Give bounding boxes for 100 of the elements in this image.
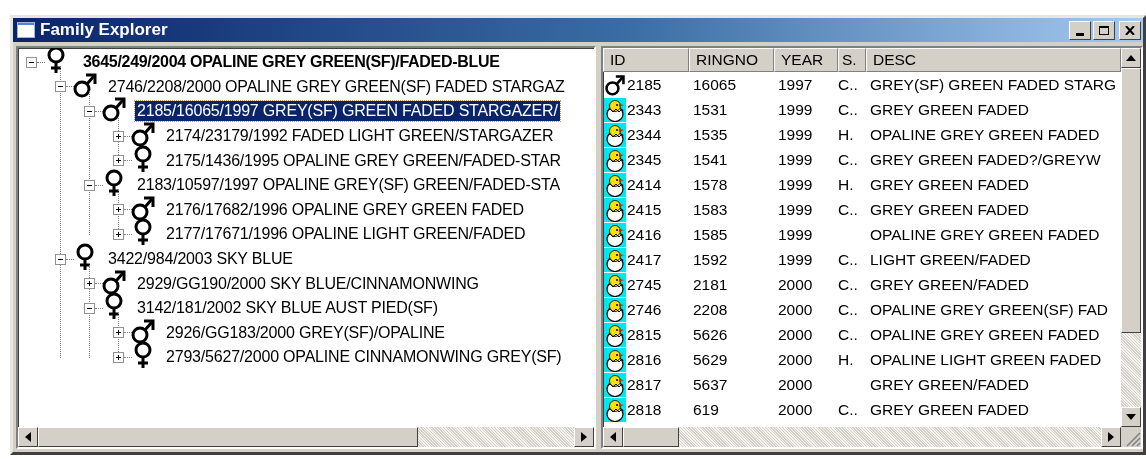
- table-cell: GREY GREEN FADED?/GREYW: [870, 150, 1101, 169]
- tree-item[interactable]: 3142/181/2002 SKY BLUE AUST PIED(SF): [135, 298, 440, 319]
- table-cell: H.: [838, 125, 854, 144]
- tree-expander[interactable]: [113, 327, 124, 339]
- scroll-thumb[interactable]: [38, 427, 418, 447]
- close-button[interactable]: [1119, 20, 1141, 40]
- table-cell: 2818: [627, 400, 662, 419]
- table-cell: 1583: [693, 200, 728, 219]
- hatching-chick-icon: [604, 97, 626, 122]
- resize-grip-icon[interactable]: [1121, 427, 1141, 447]
- scroll-down-button[interactable]: [1121, 407, 1141, 427]
- scroll-up-button[interactable]: [1121, 48, 1141, 68]
- horizontal-scrollbar[interactable]: [18, 427, 594, 447]
- hatching-chick-icon: [604, 397, 626, 422]
- tree-item[interactable]: 2793/5627/2000 OPALINE CINNAMONWING GREY(SF): [164, 347, 564, 368]
- vertical-scrollbar[interactable]: [1121, 48, 1141, 427]
- tree-item[interactable]: 2177/17671/1996 OPALINE LIGHT GREEN/FADED: [164, 224, 528, 245]
- male-symbol-icon: [604, 72, 626, 97]
- table-cell: H.: [838, 350, 854, 369]
- tree-item[interactable]: 2174/23179/1992 FADED LIGHT GREEN/STARGAZER: [164, 126, 556, 147]
- minimize-button[interactable]: [1069, 20, 1091, 40]
- table-cell: 16065: [693, 75, 737, 94]
- column-header[interactable]: DESC: [866, 48, 1121, 72]
- hatching-chick-icon: [604, 372, 626, 397]
- tree-item[interactable]: 2929/GG190/2000 SKY BLUE/CINNAMONWING: [135, 273, 481, 294]
- hatching-chick-icon: [604, 197, 626, 222]
- table-cell: C..: [838, 400, 858, 419]
- table-cell: 2344: [627, 125, 662, 144]
- table-cell: 2208: [693, 300, 728, 319]
- column-header[interactable]: S.: [838, 48, 866, 72]
- column-header[interactable]: ID: [603, 48, 689, 72]
- scroll-left-button[interactable]: [603, 427, 623, 447]
- tree-expander[interactable]: [84, 278, 95, 290]
- table-cell: LIGHT GREEN/FADED: [870, 250, 1031, 269]
- tree-expander[interactable]: [113, 130, 124, 142]
- table-cell: OPALINE GREY GREEN(SF) FAD: [870, 300, 1108, 319]
- hatching-chick-icon: [604, 147, 626, 172]
- table-cell: 1999: [778, 100, 813, 119]
- tree-expander[interactable]: [84, 106, 95, 117]
- tree-item[interactable]: 2175/1436/1995 OPALINE GREY GREEN/FADED-STAR: [164, 150, 563, 171]
- window-icon: [17, 22, 35, 38]
- table-cell: 1999: [778, 200, 813, 219]
- tree-item[interactable]: 2746/2208/2000 OPALINE GREY GREEN(SF) FADED STARGAZ: [106, 76, 567, 97]
- table-cell: 2815: [627, 325, 662, 344]
- tree-expander[interactable]: [84, 302, 95, 314]
- hatching-chick-icon: [604, 272, 626, 297]
- scroll-right-button[interactable]: [574, 427, 594, 447]
- table-cell: C..: [838, 250, 858, 269]
- table-cell: GREY GREEN FADED: [870, 400, 1030, 419]
- table-cell: C..: [838, 100, 858, 119]
- table-cell: GREY GREEN FADED: [870, 200, 1030, 219]
- table-cell: 1999: [778, 125, 813, 144]
- table-cell: C..: [838, 200, 858, 219]
- table-cell: GREY(SF) GREEN FADED STARG: [870, 75, 1117, 94]
- table-cell: 2345: [627, 150, 662, 169]
- table-cell: 2000: [778, 300, 813, 319]
- table-cell: 1531: [693, 100, 728, 119]
- table-cell: 2817: [627, 375, 662, 394]
- table-cell: 1999: [778, 225, 813, 244]
- table-cell: 2746: [627, 300, 662, 319]
- tree-expander[interactable]: [113, 228, 124, 240]
- hatching-chick-icon: [604, 322, 626, 347]
- scroll-left-button[interactable]: [18, 427, 38, 447]
- table-cell: GREY GREEN/FADED: [870, 275, 1030, 294]
- table-cell: 1578: [693, 175, 728, 194]
- table-cell: 2000: [778, 400, 813, 419]
- tree-item[interactable]: 2185/16065/1997 GREY(SF) GREEN FADED STARGAZER/: [135, 101, 560, 122]
- horizontal-scrollbar[interactable]: [603, 427, 1121, 447]
- tree-expander[interactable]: [55, 81, 66, 93]
- tree-item[interactable]: 2183/10597/1997 OPALINE GREY(SF) GREEN/FADED-STA: [135, 175, 562, 196]
- table-cell: OPALINE GREY GREEN FADED: [870, 225, 1100, 244]
- tree-item[interactable]: 3422/984/2003 SKY BLUE: [106, 249, 295, 270]
- maximize-button[interactable]: [1093, 20, 1115, 40]
- table-cell: 619: [693, 400, 719, 419]
- hatching-chick-icon: [604, 172, 626, 197]
- column-header[interactable]: YEAR: [774, 48, 838, 72]
- scroll-right-button[interactable]: [1101, 427, 1121, 447]
- table-cell: C..: [838, 275, 858, 294]
- tree-item[interactable]: 2926/GG183/2000 GREY(SF)/OPALINE: [164, 322, 447, 343]
- tree-item[interactable]: 2176/17682/1996 OPALINE GREY GREEN FADED: [164, 199, 526, 220]
- table-cell: 1997: [778, 75, 813, 94]
- table-cell: 2000: [778, 350, 813, 369]
- tree-item[interactable]: 3645/249/2004 OPALINE GREY GREEN(SF)/FADED-BLUE: [81, 52, 502, 73]
- tree-expander[interactable]: [55, 253, 66, 265]
- tree-expander[interactable]: [113, 204, 124, 216]
- tree-expander[interactable]: [84, 179, 95, 191]
- tree-expander[interactable]: [26, 56, 37, 68]
- table-cell: 1999: [778, 175, 813, 194]
- tree-expander[interactable]: [113, 351, 124, 363]
- table-cell: C..: [838, 150, 858, 169]
- table-cell: 2415: [627, 200, 662, 219]
- tree-expander[interactable]: [113, 155, 124, 167]
- male-symbol-icon: [101, 95, 127, 124]
- table-cell: 2000: [778, 375, 813, 394]
- male-symbol-icon: [130, 120, 156, 149]
- table-cell: C..: [838, 75, 858, 94]
- column-header[interactable]: RINGNO: [689, 48, 774, 72]
- table-cell: C..: [838, 325, 858, 344]
- scroll-thumb[interactable]: [623, 427, 679, 447]
- scroll-thumb[interactable]: [1121, 68, 1141, 333]
